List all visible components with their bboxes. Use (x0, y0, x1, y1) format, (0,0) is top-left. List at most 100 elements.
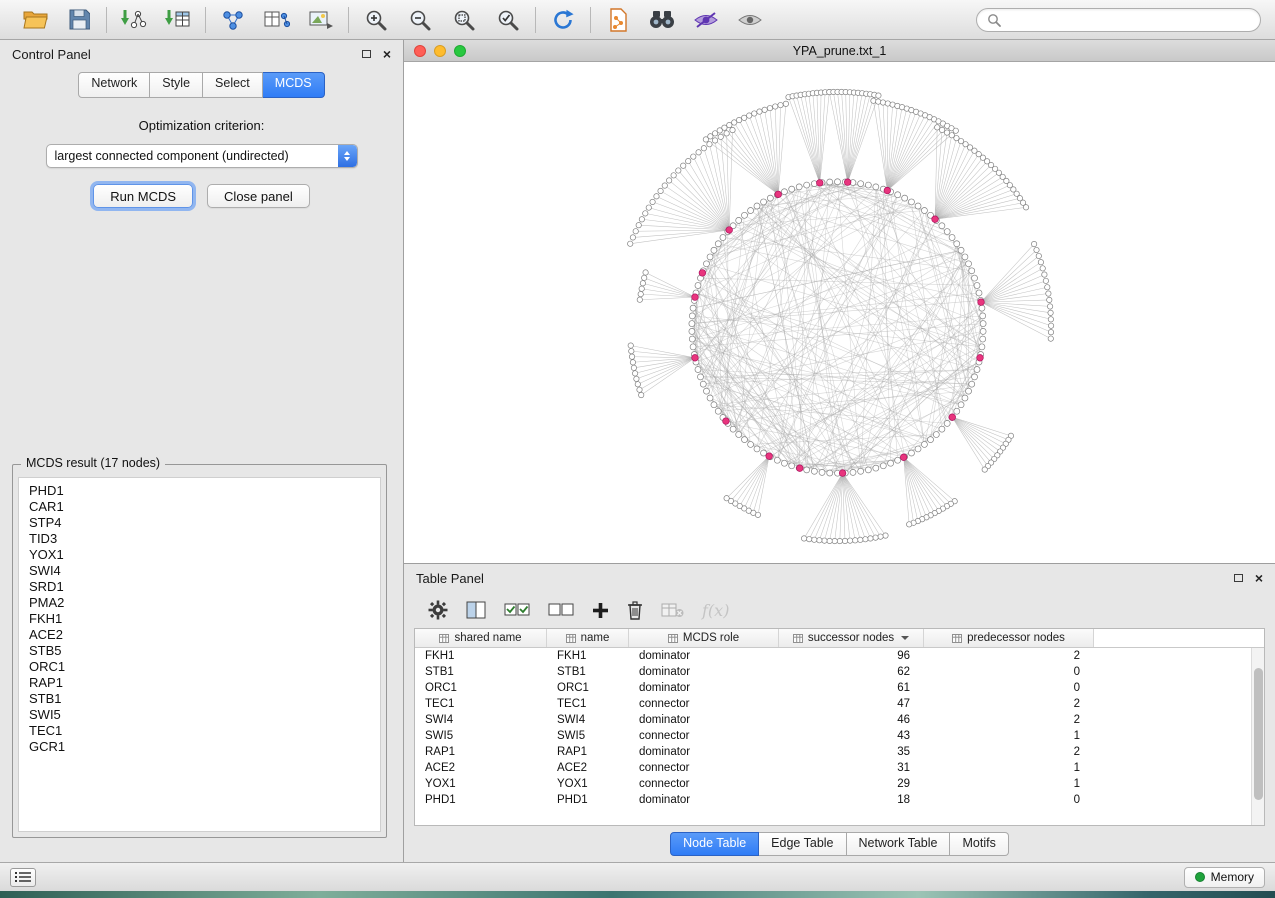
save-session-button[interactable] (64, 6, 94, 34)
export-image-button[interactable] (306, 6, 336, 34)
mcds-result-item[interactable]: ORC1 (29, 659, 380, 675)
sort-dropdown-icon[interactable] (901, 636, 909, 640)
cell-mcds-role: dominator (629, 746, 779, 758)
zoom-fit-button[interactable] (449, 6, 479, 34)
mcds-result-item[interactable]: CAR1 (29, 499, 380, 515)
network-window-titlebar[interactable]: YPA_prune.txt_1 (404, 40, 1275, 62)
zoom-out-button[interactable] (405, 6, 435, 34)
close-panel-button[interactable]: Close panel (207, 184, 310, 208)
table-grid-icon (793, 634, 803, 643)
table-panel-title: Table Panel (416, 571, 484, 586)
delete-table-button[interactable] (661, 602, 684, 618)
import-table-button[interactable] (163, 6, 193, 34)
float-panel-icon[interactable] (362, 50, 371, 58)
mcds-result-item[interactable]: FKH1 (29, 611, 380, 627)
binoculars-icon (648, 9, 676, 30)
mcds-result-item[interactable]: TID3 (29, 531, 380, 547)
close-window-icon[interactable] (414, 45, 426, 57)
cell-shared-name: FKH1 (415, 650, 547, 662)
table-row[interactable]: YOX1YOX1connector291 (415, 776, 1251, 792)
mcds-result-item[interactable]: YOX1 (29, 547, 380, 563)
tab-mcds[interactable]: MCDS (263, 72, 325, 98)
run-mcds-button[interactable]: Run MCDS (93, 184, 193, 208)
scrollbar-thumb[interactable] (1254, 668, 1263, 800)
toolbar-separator (535, 7, 536, 33)
cell-predecessor-nodes: 2 (924, 714, 1094, 726)
open-file-button[interactable] (20, 6, 50, 34)
refresh-icon (551, 8, 575, 32)
cell-successor-nodes: 31 (779, 762, 924, 774)
table-row[interactable]: ACE2ACE2connector311 (415, 760, 1251, 776)
close-table-panel-icon[interactable]: × (1255, 572, 1263, 584)
table-row[interactable]: TEC1TEC1connector472 (415, 696, 1251, 712)
table-row[interactable]: STB1STB1dominator620 (415, 664, 1251, 680)
table-row[interactable]: ORC1ORC1dominator610 (415, 680, 1251, 696)
deselect-all-button[interactable] (548, 602, 574, 618)
maximize-window-icon[interactable] (454, 45, 466, 57)
mcds-result-item[interactable]: PHD1 (29, 483, 380, 499)
show-all-button[interactable] (735, 6, 765, 34)
column-header-name[interactable]: name (547, 629, 629, 647)
column-header-MCDS-role[interactable]: MCDS role (629, 629, 779, 647)
table-tab-edge-table[interactable]: Edge Table (759, 832, 846, 856)
table-tab-node-table[interactable]: Node Table (670, 832, 759, 856)
table-scrollbar[interactable] (1251, 648, 1264, 825)
network-view-canvas[interactable] (404, 62, 1275, 563)
table-tab-motifs[interactable]: Motifs (950, 832, 1008, 856)
mcds-result-item[interactable]: SWI4 (29, 563, 380, 579)
mcds-result-item[interactable]: STB5 (29, 643, 380, 659)
close-panel-icon[interactable]: × (383, 48, 391, 60)
mcds-result-item[interactable]: RAP1 (29, 675, 380, 691)
cell-mcds-role: dominator (629, 650, 779, 662)
table-row[interactable]: SWI4SWI4dominator462 (415, 712, 1251, 728)
float-table-panel-icon[interactable] (1234, 574, 1243, 582)
new-network-button[interactable] (218, 6, 248, 34)
table-grid-icon (952, 634, 962, 643)
task-history-button[interactable] (10, 868, 36, 887)
search-input[interactable] (1007, 13, 1250, 27)
zoom-in-button[interactable] (361, 6, 391, 34)
show-columns-button[interactable] (466, 601, 486, 619)
cell-predecessor-nodes: 0 (924, 682, 1094, 694)
cell-mcds-role: dominator (629, 794, 779, 806)
memory-label: Memory (1211, 870, 1254, 884)
table-tab-network-table[interactable]: Network Table (847, 832, 951, 856)
select-all-button[interactable] (504, 602, 530, 618)
tab-network[interactable]: Network (78, 72, 150, 98)
tab-style[interactable]: Style (150, 72, 203, 98)
column-header-predecessor-nodes[interactable]: predecessor nodes (924, 629, 1094, 647)
mcds-result-item[interactable]: SRD1 (29, 579, 380, 595)
import-network-button[interactable] (119, 6, 149, 34)
minimize-window-icon[interactable] (434, 45, 446, 57)
optimization-criterion-dropdown[interactable]: largest connected component (undirected) (46, 144, 358, 168)
memory-button[interactable]: Memory (1184, 867, 1265, 888)
add-column-button[interactable] (592, 602, 609, 619)
table-settings-button[interactable] (428, 600, 448, 620)
find-button[interactable] (647, 6, 677, 34)
network-from-table-button[interactable] (262, 6, 292, 34)
column-header-shared-name[interactable]: shared name (415, 629, 547, 647)
table-row[interactable]: SWI5SWI5connector431 (415, 728, 1251, 744)
global-search-box[interactable] (976, 8, 1261, 32)
control-panel-title: Control Panel (12, 47, 91, 62)
column-header-successor-nodes[interactable]: successor nodes (779, 629, 924, 647)
hide-selected-button[interactable] (691, 6, 721, 34)
mcds-result-item[interactable]: ACE2 (29, 627, 380, 643)
export-document-button[interactable] (603, 6, 633, 34)
tab-select[interactable]: Select (203, 72, 263, 98)
mcds-result-list[interactable]: PHD1CAR1STP4TID3YOX1SWI4SRD1PMA2FKH1ACE2… (18, 477, 381, 832)
table-row[interactable]: FKH1FKH1dominator962 (415, 648, 1251, 664)
cell-predecessor-nodes: 2 (924, 746, 1094, 758)
mcds-result-item[interactable]: PMA2 (29, 595, 380, 611)
table-row[interactable]: RAP1RAP1dominator352 (415, 744, 1251, 760)
mcds-result-item[interactable]: SWI5 (29, 707, 380, 723)
mcds-result-item[interactable]: GCR1 (29, 739, 380, 755)
mcds-result-item[interactable]: STB1 (29, 691, 380, 707)
function-builder-button[interactable]: f(x) (702, 601, 729, 620)
zoom-selected-button[interactable] (493, 6, 523, 34)
mcds-result-item[interactable]: TEC1 (29, 723, 380, 739)
mcds-result-item[interactable]: STP4 (29, 515, 380, 531)
table-row[interactable]: PHD1PHD1dominator180 (415, 792, 1251, 808)
delete-column-button[interactable] (627, 600, 643, 620)
refresh-layout-button[interactable] (548, 6, 578, 34)
